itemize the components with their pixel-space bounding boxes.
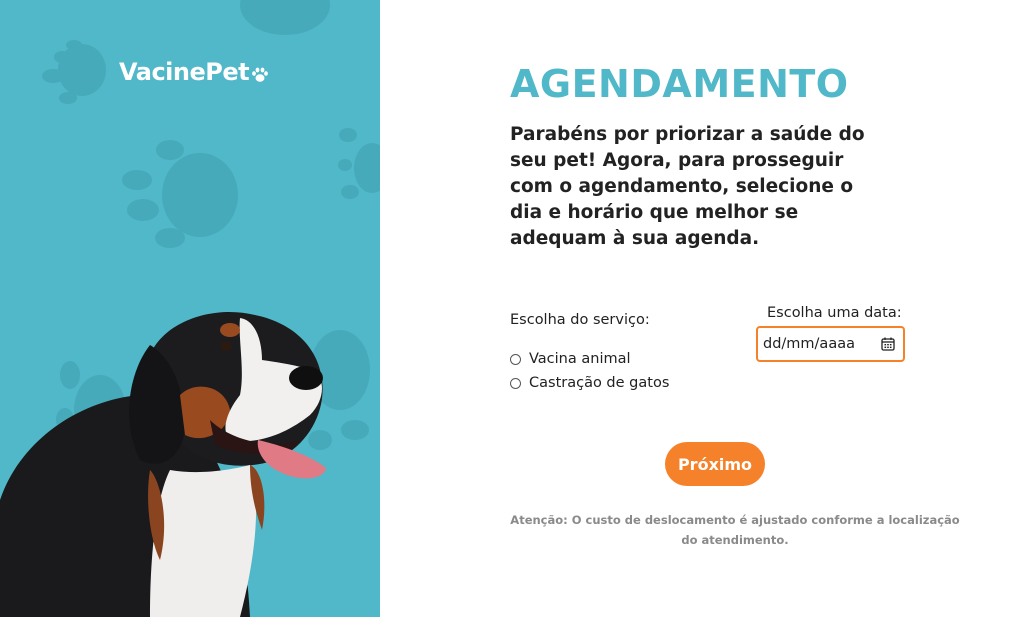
brand-logo[interactable]: VacinePet xyxy=(119,58,269,86)
date-input[interactable]: dd/mm/aaaa xyxy=(756,326,905,362)
date-label: Escolha uma data: xyxy=(767,305,902,321)
page-title: AGENDAMENTO xyxy=(510,62,849,106)
service-option-vacina[interactable]: Vacina animal xyxy=(510,351,631,367)
radio-button[interactable] xyxy=(510,377,521,389)
service-label: Escolha do serviço: xyxy=(510,312,650,328)
service-option-castracao[interactable]: Castração de gatos xyxy=(510,375,669,391)
service-option-label: Vacina animal xyxy=(529,351,631,367)
travel-cost-notice: Atenção: O custo de deslocamento é ajust… xyxy=(510,513,960,547)
dog-photo xyxy=(0,311,326,617)
next-button[interactable]: Próximo xyxy=(665,442,765,486)
radio-button[interactable] xyxy=(510,353,521,365)
brand-name: VacinePet xyxy=(119,58,250,86)
date-placeholder: dd/mm/aaaa xyxy=(763,336,855,352)
service-option-label: Castração de gatos xyxy=(529,375,670,391)
brand-panel: VacinePet xyxy=(0,0,380,617)
paw-icon xyxy=(252,67,269,82)
intro-text: Parabéns por priorizar a saúde do seu pe… xyxy=(510,124,865,249)
calendar-icon[interactable] xyxy=(881,337,895,351)
scheduling-page: VacinePet AGENDAMENTO Parabéns por prior… xyxy=(0,0,1018,617)
